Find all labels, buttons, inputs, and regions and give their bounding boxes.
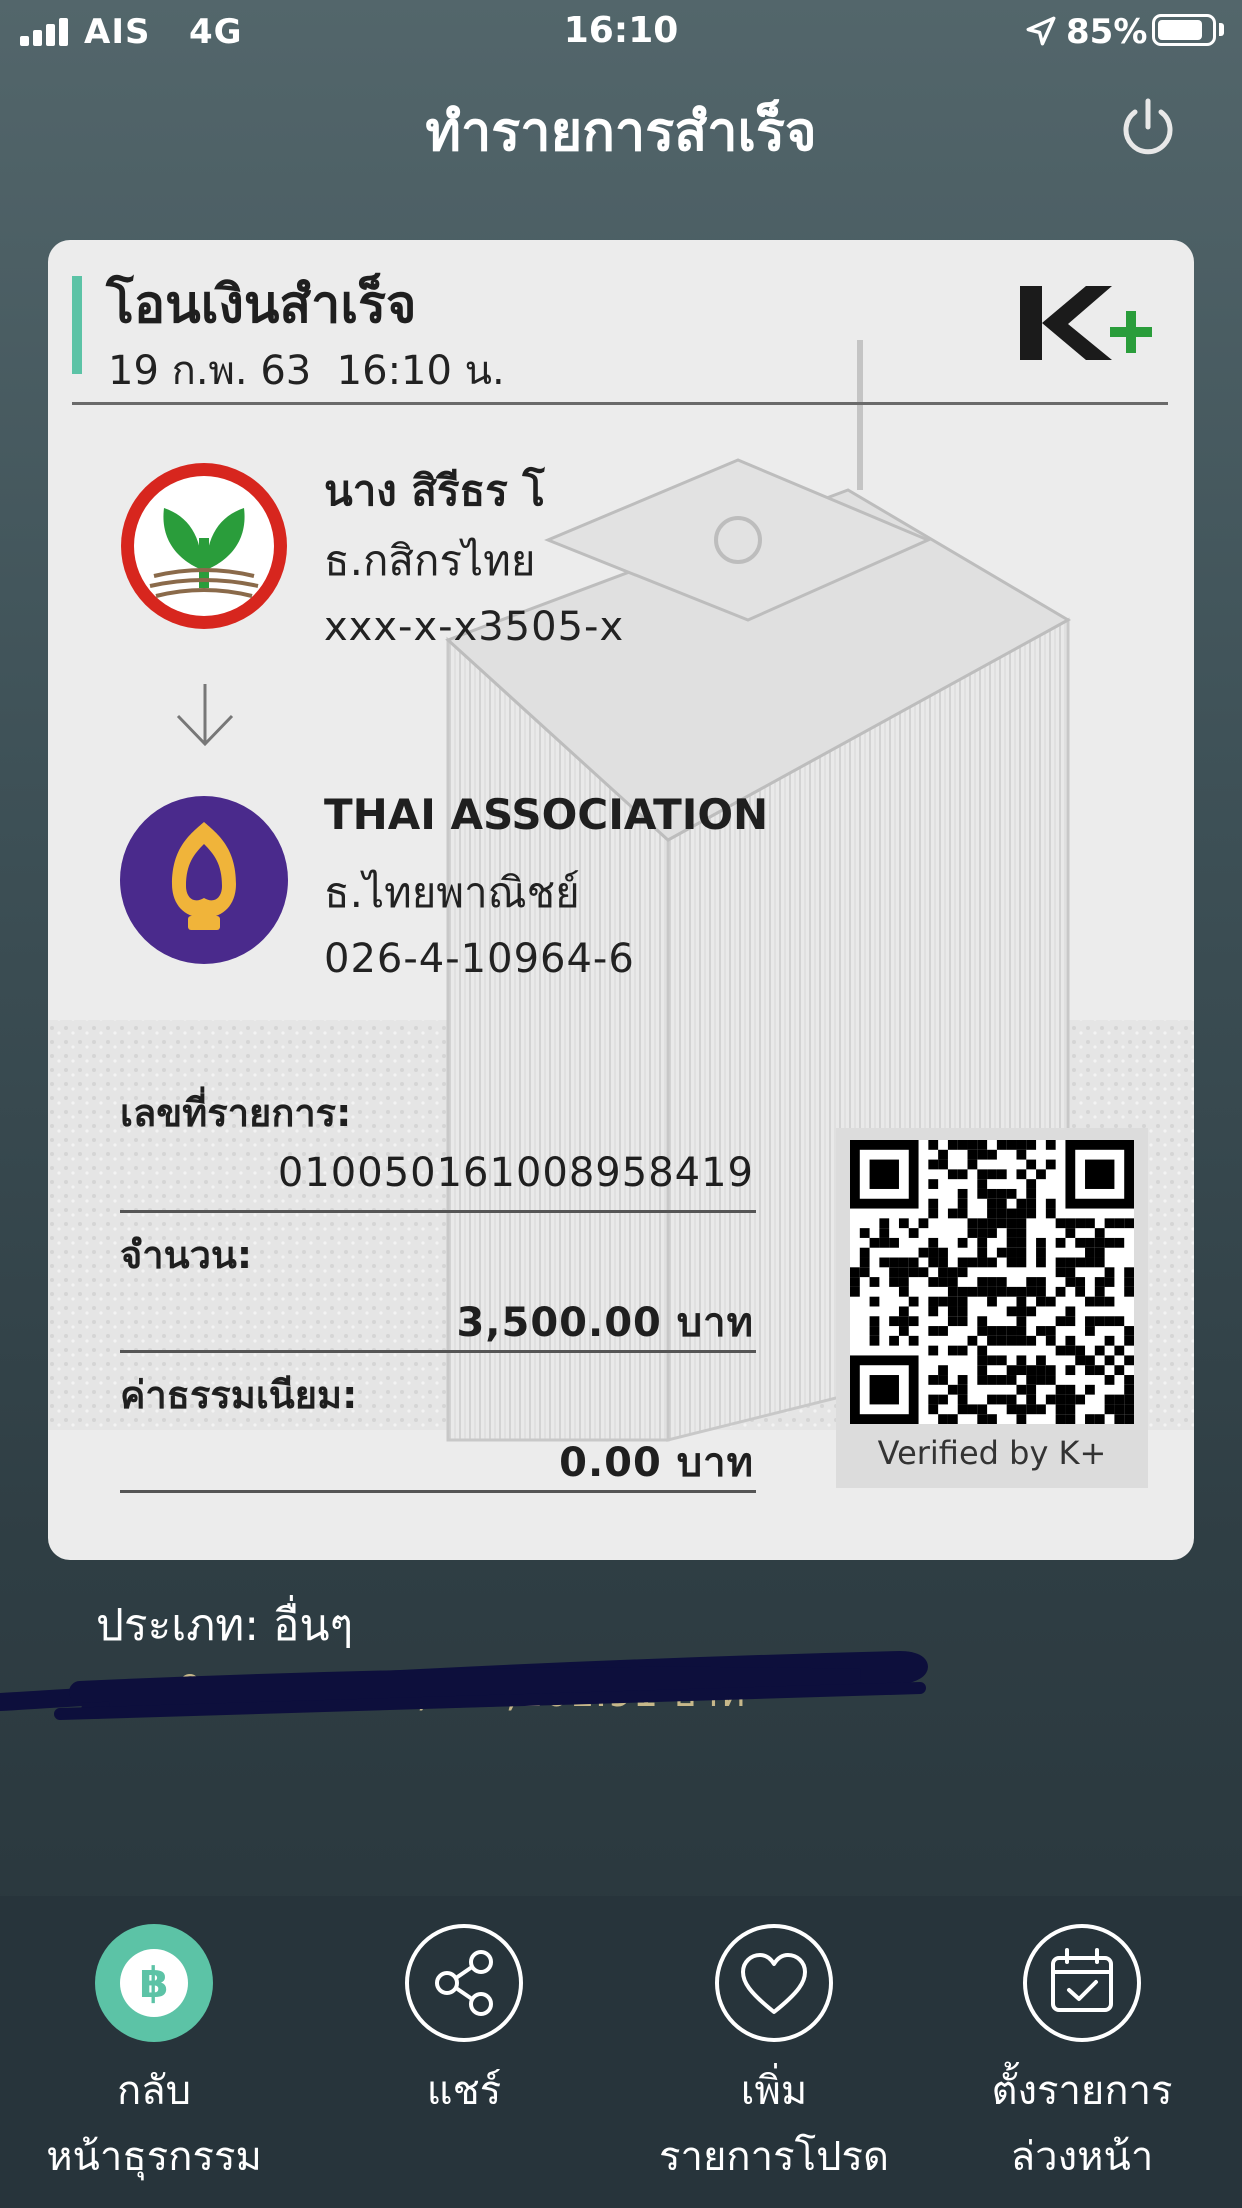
transfer-success-title: โอนเงินสำเร็จ xyxy=(106,275,417,335)
location-arrow-icon xyxy=(1026,16,1056,46)
transaction-datetime: 19 ก.พ. 63 16:10 น. xyxy=(108,348,505,394)
svg-text:฿: ฿ xyxy=(139,1958,168,2007)
nav-add-favorite[interactable]: เพิ่ม รายการโปรด xyxy=(634,1924,914,2190)
heart-icon[interactable] xyxy=(715,1924,833,2042)
divider xyxy=(120,1350,756,1353)
accent-bar xyxy=(72,276,82,374)
qr-verification-box: Verified by K+ xyxy=(836,1128,1148,1488)
nav-label: กลับ xyxy=(116,2068,192,2114)
scb-bank-logo xyxy=(120,796,288,964)
status-bar: AIS 4G 16:10 85% xyxy=(0,0,1242,64)
calendar-check-icon[interactable] xyxy=(1023,1924,1141,2042)
receiver-name: THAI ASSOCIATION xyxy=(324,790,769,839)
nav-label: หน้าธุรกรรม xyxy=(46,2134,262,2180)
qr-code[interactable] xyxy=(850,1140,1134,1424)
kplus-logo xyxy=(1020,286,1152,360)
power-icon[interactable] xyxy=(1115,95,1181,161)
arrow-down-icon xyxy=(176,684,234,747)
nav-label: รายการโปรด xyxy=(659,2134,889,2180)
sender-bank: ธ.กสิกรไทย xyxy=(324,536,536,585)
nav-label: ตั้งรายการ xyxy=(991,2068,1173,2114)
receiver-bank: ธ.ไทยพาณิชย์ xyxy=(324,868,580,917)
divider xyxy=(120,1490,756,1493)
nav-label: ล่วงหน้า xyxy=(1010,2134,1154,2180)
receipt-card: โอนเงินสำเร็จ 19 ก.พ. 63 16:10 น. นาง สิ… xyxy=(48,240,1194,1560)
amount-value: 3,500.00 บาท xyxy=(456,1300,754,1346)
baht-icon[interactable]: ฿ xyxy=(95,1924,213,2042)
receiver-account: 026-4-10964-6 xyxy=(324,936,635,982)
bottom-action-bar: ฿ กลับ หน้าธุรกรรม แชร์ เพิ่ม รายการโปรด… xyxy=(0,1896,1242,2208)
battery-tip xyxy=(1219,23,1224,36)
divider xyxy=(120,1210,756,1213)
verified-caption: Verified by K+ xyxy=(877,1434,1107,1472)
amount-label: จำนวน: xyxy=(120,1233,253,1277)
transaction-id-label: เลขที่รายการ: xyxy=(120,1091,352,1135)
redaction-scribble xyxy=(0,1650,928,1720)
kasikorn-bank-logo xyxy=(121,463,287,629)
nav-label: แชร์ xyxy=(426,2068,502,2114)
nav-label: เพิ่ม xyxy=(740,2068,808,2114)
nav-schedule[interactable]: ตั้งรายการ ล่วงหน้า xyxy=(942,1924,1222,2190)
fee-value: 0.00 บาท xyxy=(559,1440,754,1486)
sender-account: xxx-x-x3505-x xyxy=(324,604,625,650)
page-title: ทำรายการสำเร็จ xyxy=(425,100,817,163)
header-divider xyxy=(72,402,1168,405)
battery-percent: 85% xyxy=(1066,12,1148,52)
transaction-id-value: 010050161008958419 xyxy=(277,1150,754,1196)
share-icon[interactable] xyxy=(405,1924,523,2042)
sender-name: นาง สิรีธร โ xyxy=(324,466,545,515)
nav-share[interactable]: แชร์ xyxy=(324,1924,604,2124)
battery-icon xyxy=(1152,14,1216,46)
nav-back-to-transactions[interactable]: ฿ กลับ หน้าธุรกรรม xyxy=(14,1924,294,2190)
fee-label: ค่าธรรมเนียม: xyxy=(120,1373,358,1417)
